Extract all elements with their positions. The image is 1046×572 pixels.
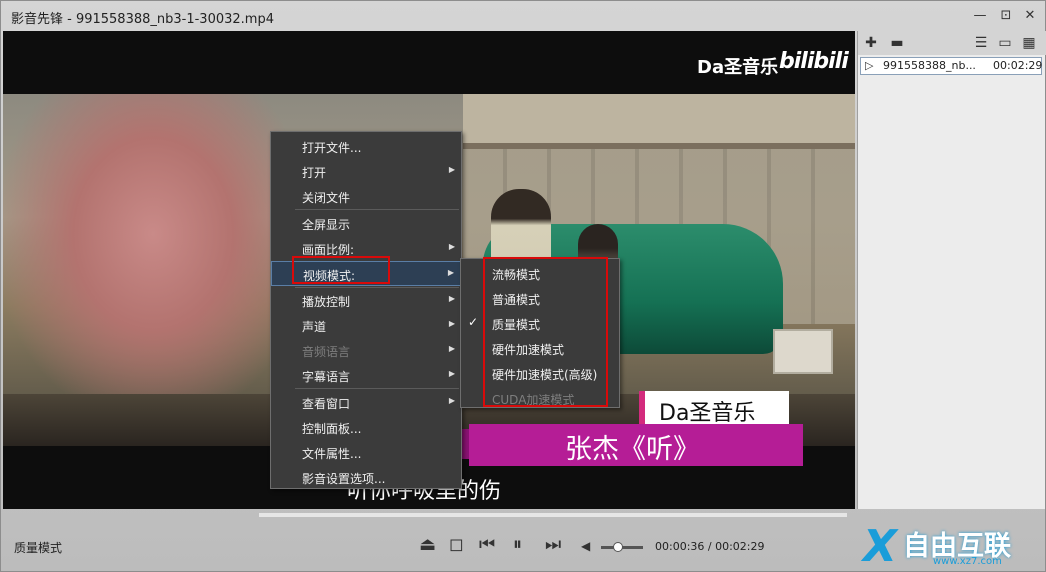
grid-view-icon[interactable]: ▦ bbox=[1020, 34, 1038, 52]
scene-ac-unit bbox=[773, 329, 833, 374]
close-button[interactable]: ✕ bbox=[1021, 8, 1039, 24]
list-view-icon[interactable]: ☰ bbox=[972, 34, 990, 52]
comment-icon[interactable]: ▭ bbox=[996, 34, 1014, 52]
menu-item-open-file[interactable]: 打开文件... bbox=[271, 134, 461, 159]
context-menu: 打开文件... 打开 ▶ 关闭文件 全屏显示 画面比例: ▶ 视频模式: ▶ 播放控制… bbox=[270, 131, 462, 489]
menu-item-control-panel[interactable]: 控制面板... bbox=[271, 415, 461, 440]
checkmark-icon: ✓ bbox=[468, 315, 479, 329]
window-title: 影音先锋 - 991558388_nb3-1-30032.mp4 bbox=[11, 12, 274, 27]
playlist-item-name: 991558388_nb... bbox=[883, 59, 976, 72]
submenu-arrow-icon: ▶ bbox=[448, 242, 455, 251]
play-indicator-icon: ▷ bbox=[865, 59, 874, 72]
eject-icon[interactable]: ⏏ bbox=[419, 534, 436, 555]
remove-icon[interactable]: ▬ bbox=[888, 34, 906, 52]
volume-slider-thumb[interactable] bbox=[612, 542, 623, 552]
menu-separator bbox=[295, 388, 459, 389]
caption-channel-name: Da圣音乐 bbox=[659, 401, 756, 426]
seek-bar[interactable] bbox=[259, 513, 847, 517]
menu-item-audio-language: 音频语言 ▶ bbox=[302, 344, 455, 359]
watermark-logo-icon: X bbox=[863, 521, 897, 572]
time-display: 00:00:36 / 00:02:29 bbox=[655, 540, 765, 553]
video-mode-status: 质量模式 bbox=[14, 541, 63, 555]
playlist-panel: ✚ ▬ ☰ ▭ ▦ ▷ 991558388_nb... 00:02:29 bbox=[857, 31, 1046, 509]
submenu-arrow-icon: ▶ bbox=[448, 344, 455, 353]
submenu-arrow-icon: ▶ bbox=[448, 294, 455, 303]
menu-item-fullscreen[interactable]: 全屏显示 bbox=[271, 211, 461, 236]
watermark: X 自由互联 www.xz7.com bbox=[863, 521, 1033, 572]
submenu-arrow-icon: ▶ bbox=[448, 165, 455, 174]
channel-logo-text: Da圣音乐 bbox=[697, 57, 779, 78]
playlist-item-duration: 00:02:29 bbox=[993, 59, 1043, 72]
menu-item-file-properties[interactable]: 文件属性... bbox=[271, 440, 461, 465]
previous-icon[interactable]: ⏮ bbox=[479, 534, 495, 555]
song-title: 张杰《听》 bbox=[565, 434, 700, 465]
next-icon[interactable]: ⏭ bbox=[545, 534, 561, 555]
menu-item-audio-channel[interactable]: 声道 ▶ bbox=[271, 313, 461, 338]
menu-item-playback-control[interactable]: 播放控制 ▶ bbox=[271, 288, 461, 313]
menu-item-view-window[interactable]: 查看窗口 ▶ bbox=[271, 390, 461, 415]
maximize-button[interactable]: ⊡ bbox=[997, 8, 1015, 24]
bilibili-logo: bilibili bbox=[779, 49, 849, 74]
playlist-item[interactable]: ▷ 991558388_nb... 00:02:29 bbox=[860, 57, 1042, 75]
stop-icon[interactable]: ◻ bbox=[449, 534, 464, 555]
watermark-url: www.xz7.com bbox=[933, 556, 1002, 567]
menu-item-open[interactable]: 打开 ▶ bbox=[271, 159, 461, 184]
add-icon[interactable]: ✚ bbox=[862, 34, 880, 52]
menu-item-close-file[interactable]: 关闭文件 bbox=[271, 184, 461, 209]
control-bar: 质量模式 ⏏ ◻ ⏮ ⏸ ⏭ ◀ 00:00:36 / 00:02:29 X 自… bbox=[1, 521, 1046, 572]
highlight-box-video-mode bbox=[292, 256, 390, 284]
title-bar[interactable]: 影音先锋 - 991558388_nb3-1-30032.mp4 — ⊡ ✕ bbox=[1, 1, 1046, 31]
pause-icon[interactable]: ⏸ bbox=[513, 534, 522, 555]
menu-item-settings[interactable]: 影音设置选项... bbox=[271, 465, 461, 490]
playlist-toolbar: ✚ ▬ ☰ ▭ ▦ bbox=[858, 31, 1046, 55]
submenu-arrow-icon: ▶ bbox=[448, 319, 455, 328]
menu-separator bbox=[295, 209, 459, 210]
menu-item-subtitle-language[interactable]: 字幕语言 ▶ bbox=[271, 363, 461, 388]
minimize-button[interactable]: — bbox=[971, 8, 989, 24]
scene-balcony bbox=[463, 94, 855, 149]
highlight-box-submenu bbox=[483, 257, 608, 407]
submenu-arrow-icon: ▶ bbox=[447, 268, 454, 277]
volume-icon[interactable]: ◀ bbox=[581, 539, 590, 553]
submenu-arrow-icon: ▶ bbox=[448, 369, 455, 378]
submenu-arrow-icon: ▶ bbox=[448, 396, 455, 405]
